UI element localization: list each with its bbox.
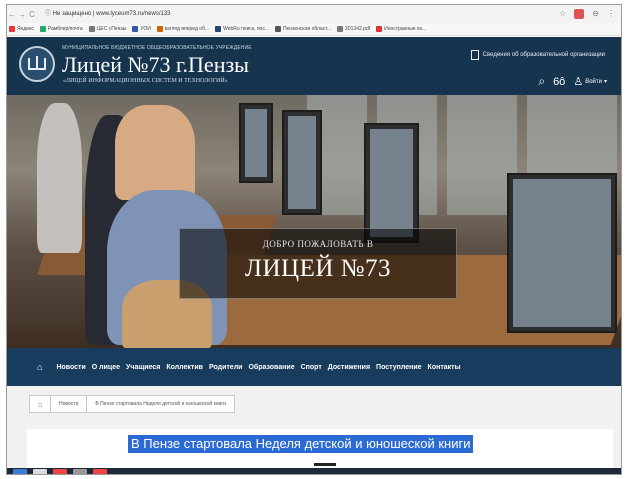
account-icon[interactable]: ⊖ — [592, 9, 599, 19]
bookmarks-bar: Яндекс Рамблер/почта ЦЕС г.Пензы УОИ взгляд … — [7, 23, 621, 36]
bookmark-item[interactable]: УОИ — [132, 26, 151, 32]
url-field[interactable]: ⓘ Не защищено | www.lyceum73.ru/news/133 — [45, 8, 559, 20]
org-info-label: Сведения об образовательной организации — [482, 52, 605, 58]
document-icon — [470, 50, 479, 60]
org-info-link[interactable]: Сведения об образовательной организации — [470, 50, 605, 60]
nav-item[interactable]: Поступление — [376, 364, 422, 371]
bookmark-label: Яндекс — [17, 26, 34, 32]
nav-item[interactable]: Коллектив — [166, 364, 203, 371]
bookmark-favicon-icon — [215, 26, 222, 32]
chevron-down-icon: ▾ — [603, 79, 607, 85]
lyceum-logo[interactable] — [19, 46, 55, 82]
bookmark-label: Пензенская област... — [282, 26, 332, 32]
bookmark-favicon-icon — [156, 26, 163, 32]
header-tools: ⌕ 6ô ♙ Войти ▾ — [538, 74, 607, 89]
taskbar-app[interactable] — [73, 469, 87, 474]
nav-item[interactable]: Родители — [209, 364, 243, 371]
article-title: В Пензе стартовала Неделя детской и юнош… — [128, 435, 474, 453]
nav-item[interactable]: Достижения — [328, 364, 370, 371]
welcome-subtitle: ДОБРО ПОЖАЛОВАТЬ В — [262, 239, 374, 249]
back-icon[interactable]: ← — [7, 10, 17, 19]
monitor — [507, 173, 617, 333]
hero-banner: ДОБРО ПОЖАЛОВАТЬ В ЛИЦЕЙ №73 — [7, 95, 621, 348]
search-icon[interactable]: ⌕ — [538, 74, 545, 89]
bookmark-favicon-icon — [337, 26, 344, 32]
bookmark-item[interactable]: Яндекс — [9, 26, 34, 32]
menu-icon[interactable]: ⋮ — [607, 9, 615, 19]
user-icon: ♙ — [573, 76, 584, 88]
site-subtitle: «ЛИЦЕЙ ИНФОРМАЦИОННЫХ СИСТЕМ И ТЕХНОЛОГИ… — [63, 78, 228, 84]
browser-window: ← → C ⓘ Не защищено | www.lyceum73.ru/ne… — [6, 4, 622, 475]
home-icon[interactable]: ⌂ — [37, 362, 42, 372]
bookmark-item[interactable]: взгляд вперед об... — [156, 26, 210, 32]
bookmark-label: WebRu поиск, пос... — [223, 26, 269, 32]
monitor — [282, 110, 322, 215]
nav-item[interactable]: Образование — [248, 364, 294, 371]
nav-item[interactable]: Новости — [56, 364, 85, 371]
bookmark-label: Иностранные яз... — [384, 26, 427, 32]
bookmark-favicon-icon — [376, 26, 383, 32]
breadcrumb: ⌂ Новости В Пензе стартовала Неделя детс… — [29, 394, 235, 414]
site-title[interactable]: Лицей №73 г.Пензы — [62, 52, 249, 78]
breadcrumb-home-icon[interactable]: ⌂ — [29, 395, 51, 413]
bookmark-favicon-icon — [274, 26, 281, 32]
breadcrumb-news[interactable]: Новости — [50, 395, 88, 413]
bookmark-item[interactable]: WebRu поиск, пос... — [215, 26, 269, 32]
bookmark-label: 201342.pdf — [345, 26, 371, 32]
taskbar-app[interactable] — [93, 469, 107, 474]
start-button[interactable] — [13, 469, 27, 474]
bookmark-item[interactable]: 201342.pdf — [337, 26, 370, 32]
bookmark-item[interactable]: Иностранные яз... — [376, 26, 426, 32]
bookmark-item[interactable]: Пензенская област... — [274, 26, 332, 32]
book-icon — [28, 56, 46, 70]
reload-icon[interactable]: C — [27, 10, 37, 19]
content-area: ⌂ Новости В Пензе стартовала Неделя детс… — [7, 386, 621, 474]
title-underline — [314, 463, 336, 466]
nav-item[interactable]: Учащиеся — [126, 364, 160, 371]
login-button[interactable]: ♙ Войти ▾ — [573, 75, 607, 88]
monitor — [364, 123, 419, 243]
star-icon[interactable]: ☆ — [559, 9, 566, 19]
student-head — [115, 105, 195, 200]
address-bar: ← → C ⓘ Не защищено | www.lyceum73.ru/ne… — [7, 5, 621, 23]
bookmark-item[interactable]: ЦЕС г.Пензы — [88, 26, 127, 32]
bookmark-item[interactable]: Рамблер/почта — [39, 26, 83, 32]
bookmark-label: УОИ — [140, 26, 151, 32]
forward-icon[interactable]: → — [17, 10, 27, 19]
welcome-box: ДОБРО ПОЖАЛОВАТЬ В ЛИЦЕЙ №73 — [179, 228, 457, 299]
os-taskbar — [7, 468, 621, 474]
bookmark-favicon-icon — [132, 26, 139, 32]
bookmark-label: ЦЕС г.Пензы — [96, 26, 127, 32]
bookmark-label: Рамблер/почта — [47, 26, 83, 32]
nav-item[interactable]: Спорт — [301, 364, 322, 371]
bookmark-favicon-icon — [9, 26, 15, 32]
taskbar-app[interactable] — [33, 469, 47, 474]
nav-item[interactable]: О лицее — [92, 364, 120, 371]
extension-icon[interactable] — [574, 9, 585, 19]
breadcrumb-current: В Пензе стартовала Неделя детской и юнош… — [86, 395, 235, 413]
main-nav: ⌂ Новости О лицее Учащиеся Коллектив Родител… — [7, 348, 621, 386]
taskbar-app[interactable] — [53, 469, 67, 474]
org-name: МУНИЦИПАЛЬНОЕ БЮДЖЕТНОЕ ОБЩЕОБРАЗОВАТЕЛЬ… — [62, 45, 252, 51]
welcome-title: ЛИЦЕЙ №73 — [245, 255, 391, 282]
accessibility-glasses-icon[interactable]: 6ô — [553, 76, 565, 88]
monitor — [239, 103, 273, 183]
site-header: МУНИЦИПАЛЬНОЕ БЮДЖЕТНОЕ ОБЩЕОБРАЗОВАТЕЛЬ… — [7, 37, 621, 95]
nav-item[interactable]: Контакты — [428, 364, 461, 371]
login-label: Войти — [585, 78, 602, 85]
bookmark-label: взгляд вперед об... — [164, 26, 210, 32]
student — [37, 103, 82, 253]
bookmark-favicon-icon — [88, 26, 95, 32]
bookmark-favicon-icon — [39, 26, 46, 32]
